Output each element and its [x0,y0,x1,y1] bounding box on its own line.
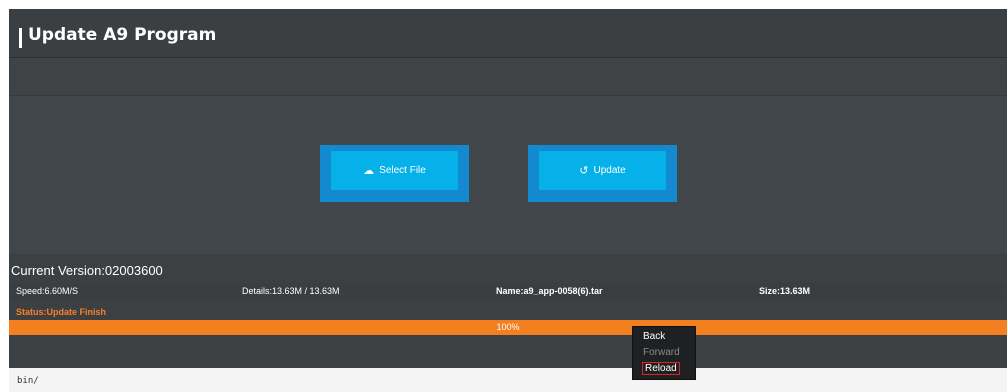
context-menu-back[interactable]: Back [643,331,665,342]
refresh-icon: ↺ [579,165,589,177]
progress-percent: 100% [496,322,520,332]
bottom-strip [9,335,1007,368]
context-menu: Back Forward Reload [632,326,696,380]
page-header: Update A9 Program [9,9,1007,58]
name-stat: Name:a9_app-0058(6).tar [496,286,603,296]
select-file-button-frame: ☁ Select File [320,145,469,202]
select-file-button[interactable]: ☁ Select File [331,151,458,190]
progress-bar: 100% [9,320,1007,335]
update-panel: Update A9 Program ☁ Select File ↺ Update… [9,9,1007,392]
cloud-upload-icon: ☁ [363,165,375,177]
select-file-label: Select File [379,165,426,176]
version-row: Current Version:02003600 [9,261,1007,283]
update-button[interactable]: ↺ Update [539,151,666,190]
button-area: ☁ Select File ↺ Update [9,96,1007,254]
current-version: Current Version:02003600 [11,263,163,278]
transfer-stats: Speed:6.60M/S Details:13.63M / 13.63M Na… [9,283,1007,301]
status-text: Status:Update Finish [16,307,107,317]
details-stat: Details:13.63M / 13.63M [242,286,340,296]
log-output: bin/ [9,368,1007,392]
context-menu-reload[interactable]: Reload [642,362,680,375]
update-label: Update [593,165,626,176]
log-line: bin/ [17,376,39,386]
context-menu-forward: Forward [643,347,680,358]
size-stat: Size:13.63M [759,286,811,296]
title-accent-bar [19,28,22,48]
toolbar-strip [9,58,1007,96]
page-title: Update A9 Program [28,25,217,45]
speed-stat: Speed:6.60M/S [16,286,79,296]
update-button-frame: ↺ Update [528,145,677,202]
